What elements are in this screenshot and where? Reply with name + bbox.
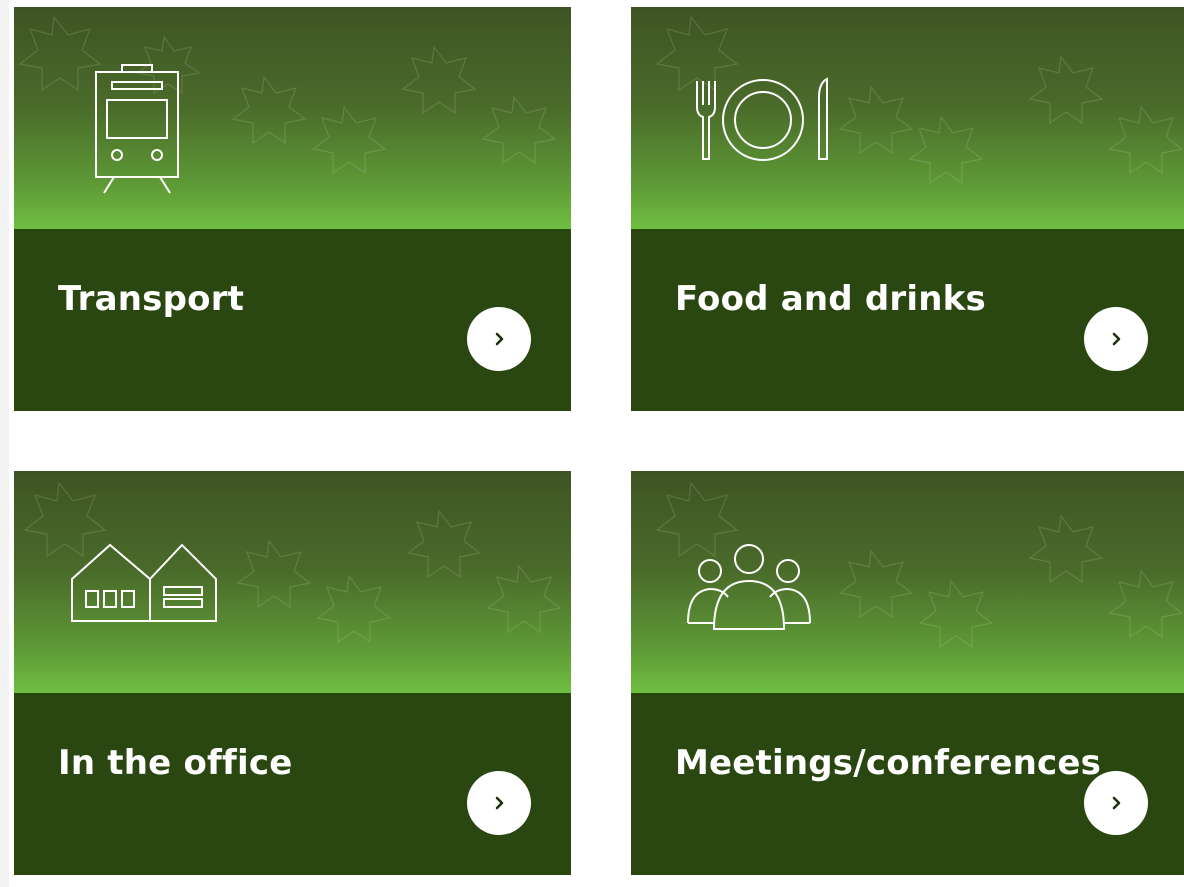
card-banner [14,471,571,693]
card-banner [631,7,1184,229]
card-arrow-button[interactable] [1084,771,1148,835]
people-group-icon [687,544,811,630]
card-footer: Transport [14,229,571,411]
card-arrow-button[interactable] [1084,307,1148,371]
chevron-right-icon [495,796,504,810]
card-arrow-button[interactable] [467,771,531,835]
card-meetings-conferences[interactable]: Meetings/conferences [631,471,1184,875]
card-footer: In the office [14,693,571,875]
card-footer: Food and drinks [631,229,1184,411]
chevron-right-icon [495,332,504,346]
chevron-right-icon [1112,796,1121,810]
card-food-and-drinks[interactable]: Food and drinks [631,7,1184,411]
fork-plate-knife-icon [696,77,828,161]
card-in-the-office[interactable]: In the office [14,471,571,875]
card-footer: Meetings/conferences [631,693,1184,875]
train-icon [95,64,179,194]
card-banner [14,7,571,229]
office-building-icon [71,543,217,622]
card-arrow-button[interactable] [467,307,531,371]
chevron-right-icon [1112,332,1121,346]
card-banner [631,471,1184,693]
card-title: Food and drinks [675,279,986,319]
page-left-edge [0,0,9,887]
card-title: Meetings/conferences [675,743,1102,783]
card-title: Transport [58,279,245,319]
card-title: In the office [58,743,293,783]
card-transport[interactable]: Transport [14,7,571,411]
